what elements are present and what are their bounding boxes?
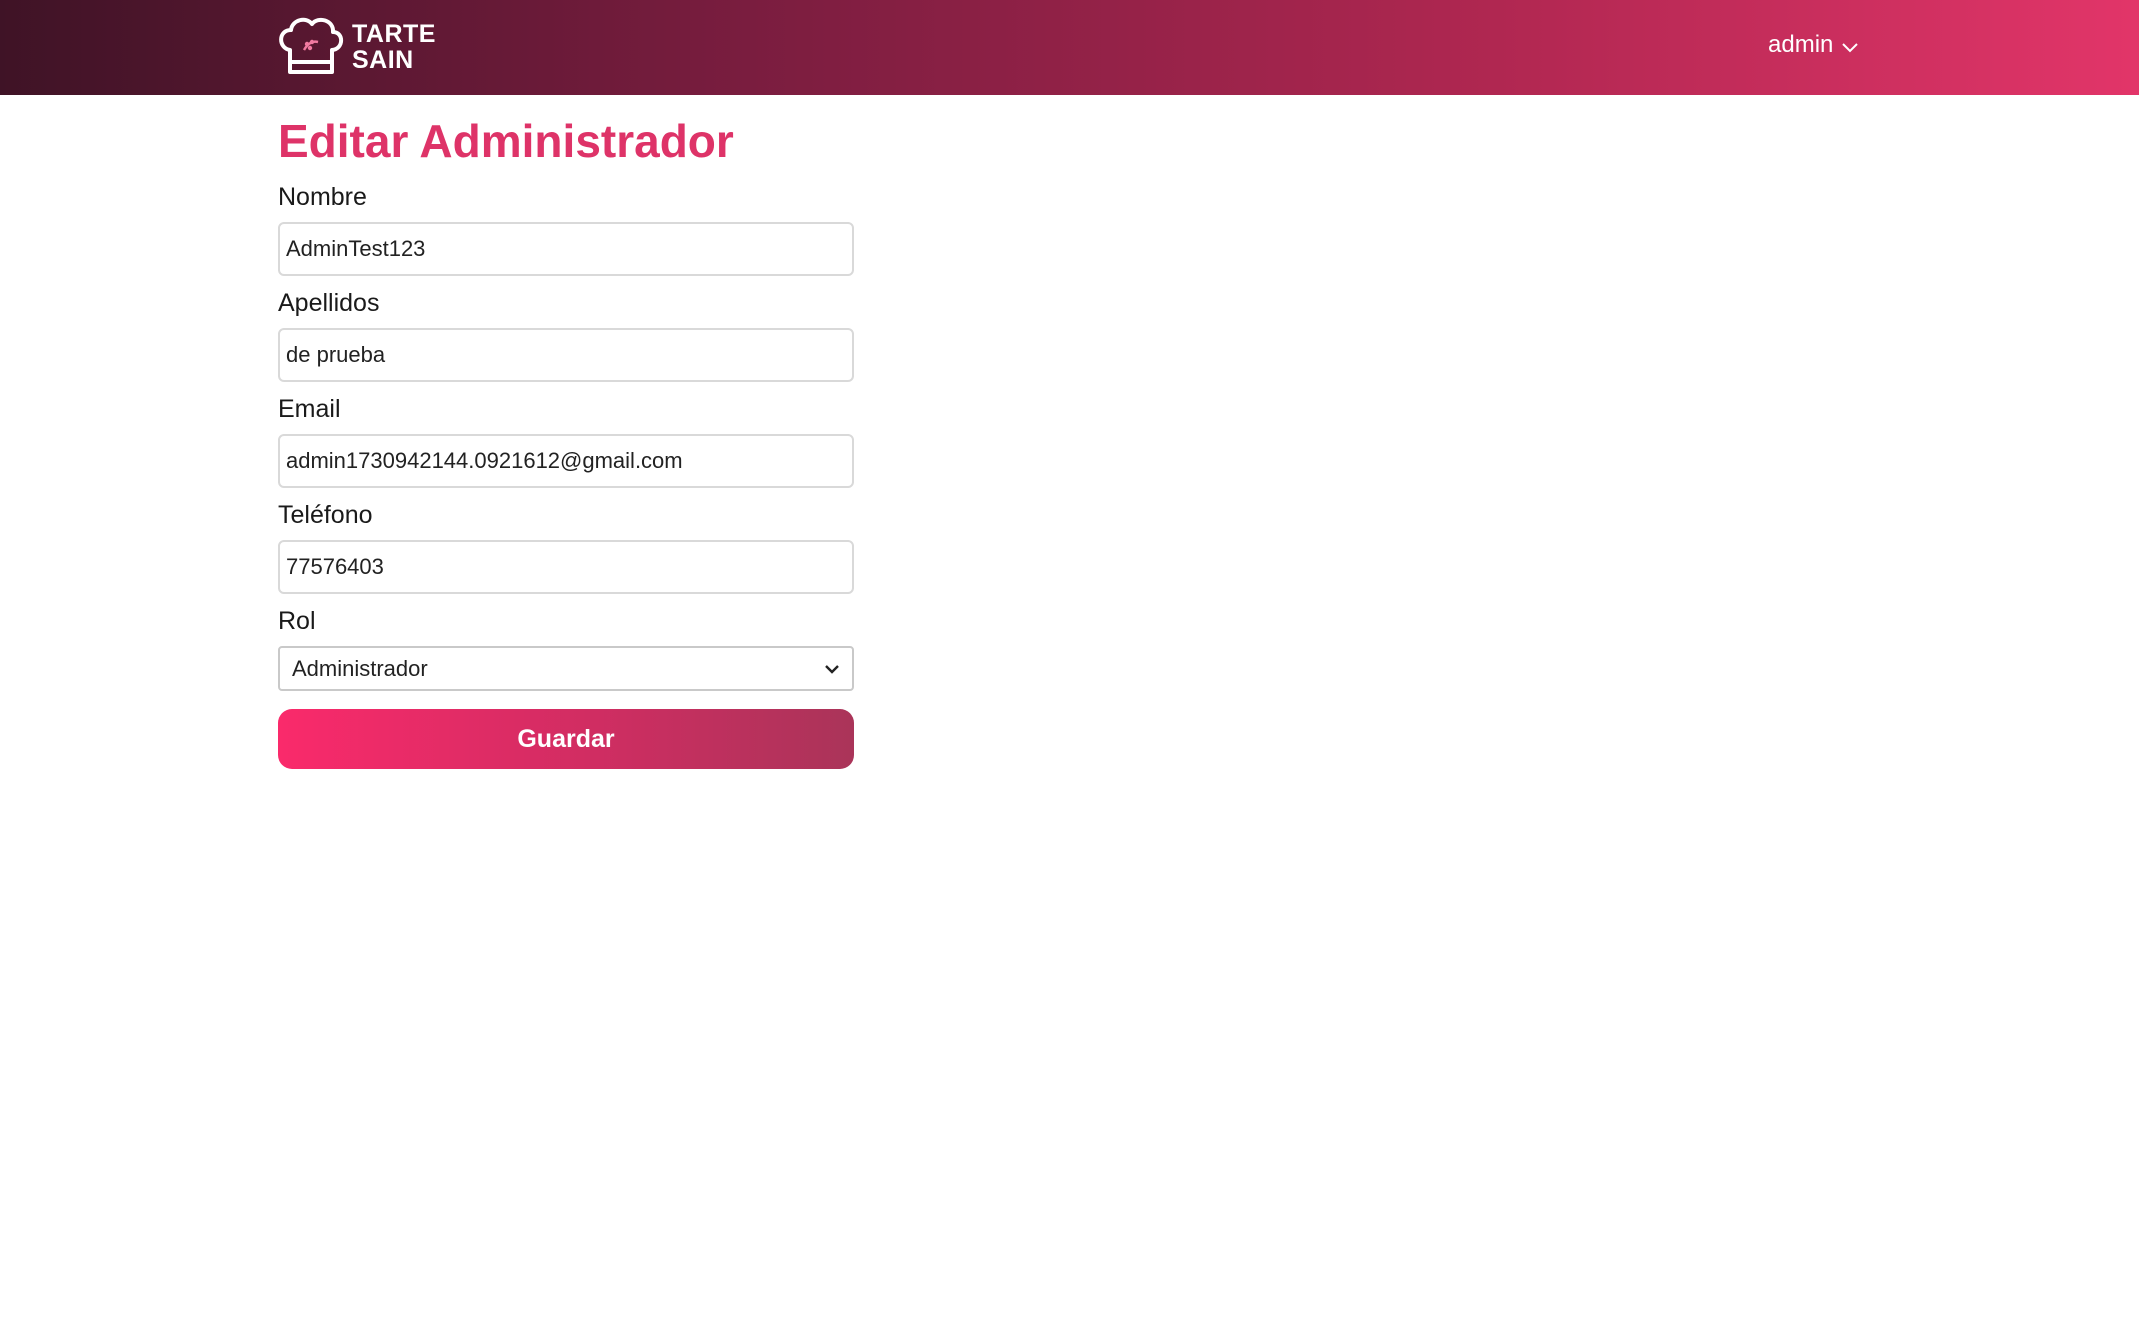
user-menu[interactable]: admin: [1768, 31, 1859, 59]
chevron-down-icon: [1842, 43, 1859, 53]
field-telefono: Teléfono: [278, 500, 854, 594]
page-title: Editar Administrador: [278, 115, 734, 167]
top-navbar: TARTE SAIN admin: [0, 0, 2139, 95]
edit-admin-form: Editar Administrador Nombre Apellidos Em…: [278, 112, 854, 769]
field-nombre: Nombre: [278, 182, 854, 276]
brand-line-2: SAIN: [352, 46, 414, 74]
field-email: Email: [278, 394, 854, 488]
rol-selected-value: Administrador: [292, 655, 428, 681]
rol-label: Rol: [278, 607, 316, 635]
field-rol: Rol Administrador: [278, 606, 854, 691]
apellidos-label: Apellidos: [278, 289, 380, 317]
rol-select[interactable]: Administrador: [278, 646, 854, 691]
telefono-label: Teléfono: [278, 501, 373, 529]
email-label: Email: [278, 395, 341, 423]
chef-hat-icon: [279, 17, 344, 74]
telefono-input[interactable]: [278, 540, 854, 594]
nombre-label: Nombre: [278, 183, 367, 211]
brand-name: TARTE SAIN: [352, 21, 436, 73]
field-apellidos: Apellidos: [278, 288, 854, 382]
user-name: admin: [1768, 31, 1834, 58]
brand-line-1: TARTE: [352, 20, 436, 48]
nombre-input[interactable]: [278, 222, 854, 276]
brand-logo[interactable]: TARTE SAIN: [276, 16, 436, 78]
email-input[interactable]: [278, 434, 854, 488]
save-button[interactable]: Guardar: [278, 709, 854, 769]
apellidos-input[interactable]: [278, 328, 854, 382]
chevron-down-icon: [825, 664, 839, 674]
